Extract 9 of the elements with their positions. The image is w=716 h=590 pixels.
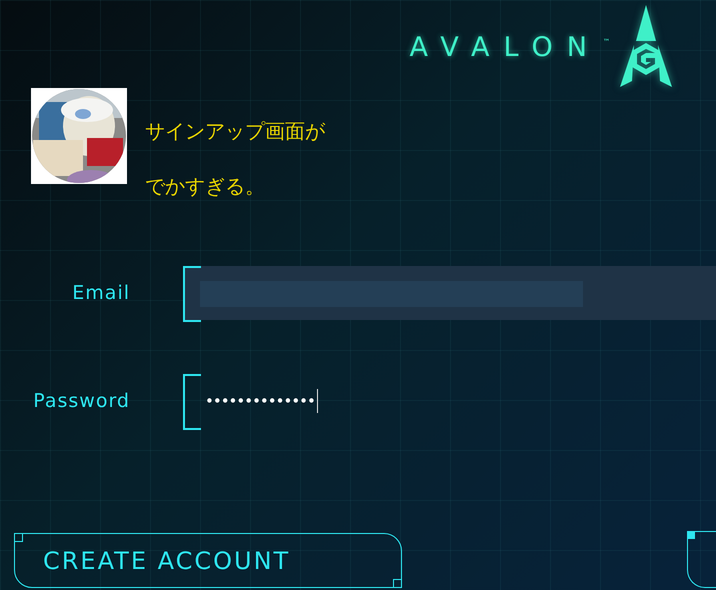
logo-wordmark: AVALON (410, 32, 601, 62)
field-label: Password (32, 390, 130, 412)
create-account-button[interactable]: CREATE ACCOUNT (14, 533, 402, 588)
input-field[interactable] (183, 266, 716, 320)
button[interactable] (687, 531, 716, 588)
field-label: Email (71, 282, 130, 304)
post-text-line: サインアップ画面が (145, 118, 325, 145)
input-field[interactable]: •••••••••••••• (183, 374, 716, 428)
post-text-line: でかすぎる。 (145, 173, 266, 200)
